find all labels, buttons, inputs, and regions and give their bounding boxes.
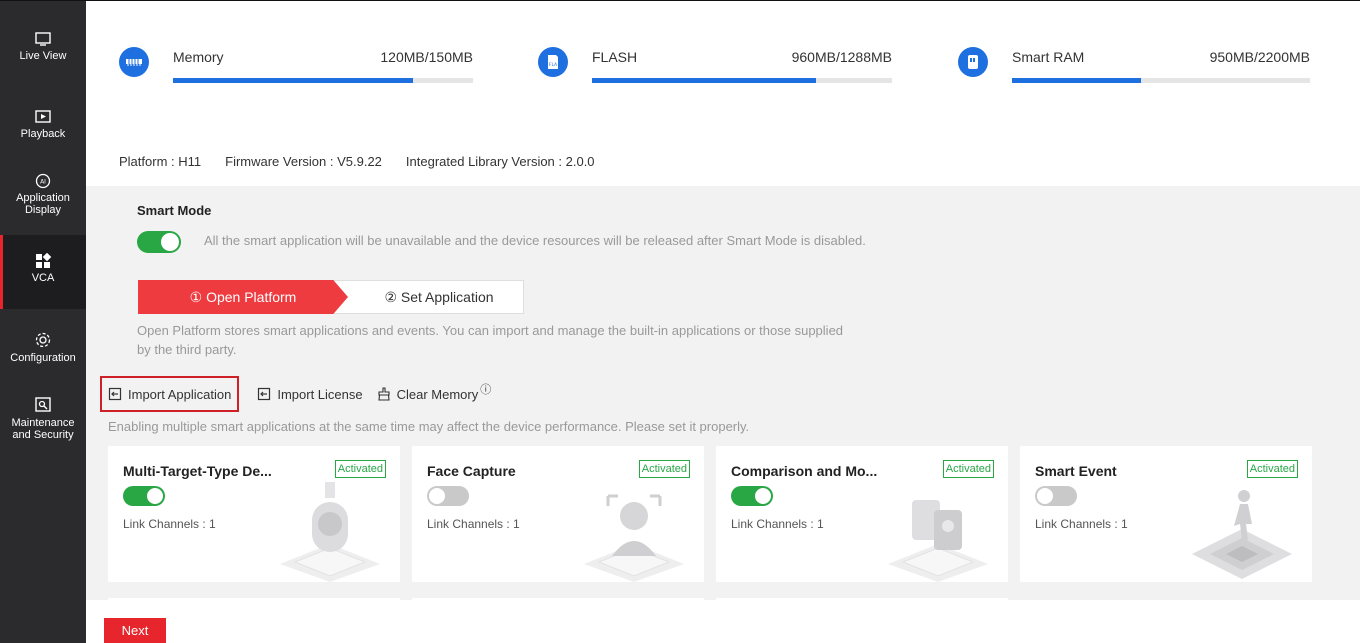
- app-card[interactable]: Smart Event Activated Link Channels : 1: [1020, 446, 1312, 582]
- import-icon: [108, 387, 122, 401]
- sidebar-item-application-display[interactable]: AI Application Display: [0, 173, 86, 216]
- sidebar-item-live-view[interactable]: Live View: [0, 31, 86, 62]
- sidebar-item-label: Maintenance and Security: [11, 417, 75, 441]
- resource-progress-bar: [173, 78, 473, 83]
- playback-icon: [35, 110, 51, 123]
- clear-memory-button[interactable]: Clear Memory ⓘ: [377, 384, 491, 402]
- resource-value: 960MB/1288MB: [791, 49, 892, 65]
- vca-grid-icon: [36, 253, 52, 268]
- resource-value: 120MB/150MB: [380, 49, 473, 65]
- smart-mode-title: Smart Mode: [137, 203, 212, 218]
- link-channels: Link Channels : 1: [731, 517, 824, 531]
- app-card[interactable]: Comparison and Mo... Activated Link Chan…: [716, 446, 1008, 582]
- next-button[interactable]: Next: [104, 618, 166, 643]
- sidebar-item-label: VCA: [31, 272, 55, 284]
- sidebar-item-label: Playback: [20, 128, 66, 140]
- resource-memory: Memory 120MB/150MB: [119, 41, 473, 91]
- resource-value: 950MB/2200MB: [1209, 49, 1310, 65]
- sidebar-item-playback[interactable]: Playback: [0, 109, 86, 140]
- main-content: Smart Mode All the smart application wil…: [86, 186, 1360, 602]
- resource-name: Memory: [173, 49, 224, 65]
- step-open-platform[interactable]: ① Open Platform: [138, 280, 348, 314]
- sidebar-item-label: Configuration: [10, 352, 76, 364]
- link-channels: Link Channels : 1: [427, 517, 520, 531]
- ai-icon: AI: [35, 173, 51, 189]
- import-icon: [258, 387, 271, 401]
- clear-memory-label: Clear Memory: [396, 386, 479, 402]
- app-enable-toggle[interactable]: [731, 486, 773, 506]
- resource-name: FLASH: [592, 49, 638, 65]
- import-license-label: Import License: [277, 386, 363, 402]
- monitor-icon: [35, 32, 51, 46]
- import-license-button[interactable]: Import License: [257, 386, 363, 402]
- multi-target-illustration: [280, 482, 380, 582]
- app-enable-toggle[interactable]: [123, 486, 165, 506]
- info-icon[interactable]: ⓘ: [480, 381, 491, 397]
- step-indicator: ① Open Platform ② Set Application: [138, 280, 524, 314]
- step-set-application[interactable]: ② Set Application: [359, 281, 519, 313]
- sidebar-item-vca[interactable]: VCA: [0, 235, 86, 309]
- action-toolbar: Import Application Import License Clear …: [100, 376, 491, 412]
- memory-chip-icon: [119, 47, 149, 77]
- import-application-button[interactable]: Import Application: [100, 376, 240, 412]
- gear-icon: [35, 332, 51, 348]
- sidebar-item-maintenance[interactable]: Maintenance and Security: [0, 397, 86, 441]
- app-card-title: Smart Event: [1035, 463, 1117, 479]
- app-card[interactable]: Multi-Target-Type De... Activated Link C…: [108, 446, 400, 582]
- smart-event-illustration: [1192, 490, 1292, 579]
- sidebar-item-configuration[interactable]: Configuration: [0, 331, 86, 364]
- smart-ram-icon: [958, 47, 988, 77]
- flash-card-icon: FLA: [538, 47, 568, 77]
- sidebar-item-label: Application Display: [16, 192, 70, 216]
- app-enable-toggle[interactable]: [427, 486, 469, 506]
- sidebar-item-label: Live View: [19, 50, 67, 62]
- resource-smart-ram: Smart RAM 950MB/2200MB: [958, 41, 1310, 91]
- link-channels: Link Channels : 1: [123, 517, 216, 531]
- maintenance-icon: [35, 397, 51, 412]
- smart-mode-description: All the smart application will be unavai…: [204, 233, 866, 248]
- face-capture-illustration: [584, 494, 684, 582]
- app-enable-toggle[interactable]: [1035, 486, 1077, 506]
- comparison-illustration: [888, 500, 988, 582]
- platform-label: Platform : H11: [119, 154, 202, 169]
- resource-name: Smart RAM: [1012, 49, 1085, 65]
- svg-text:AI: AI: [40, 179, 46, 186]
- platform-info: Platform : H11 Firmware Version : V5.9.2…: [119, 154, 619, 169]
- library-version: Integrated Library Version : 2.0.0: [405, 154, 595, 169]
- app-card-title: Multi-Target-Type De...: [123, 463, 272, 479]
- app-card-title: Face Capture: [427, 463, 516, 479]
- svg-text:FLA: FLA: [549, 62, 558, 68]
- broom-icon: [378, 387, 390, 401]
- app-card-title: Comparison and Mo...: [731, 463, 878, 479]
- app-card[interactable]: Face Capture Activated Link Channels : 1: [412, 446, 704, 582]
- firmware-version: Firmware Version : V5.9.22: [225, 154, 382, 169]
- resource-flash: FLA FLASH 960MB/1288MB: [538, 41, 892, 91]
- import-application-label: Import Application: [128, 386, 232, 402]
- resource-progress-bar: [592, 78, 892, 83]
- smart-mode-toggle[interactable]: [137, 231, 181, 253]
- footer-bar: Next: [86, 600, 1360, 643]
- open-platform-description: Open Platform stores smart applications …: [137, 323, 844, 357]
- link-channels: Link Channels : 1: [1035, 517, 1128, 531]
- resource-panel: Memory 120MB/150MB FLA FLASH 960MB/1288M…: [86, 0, 1360, 186]
- resource-progress-bar: [1012, 78, 1310, 83]
- multi-app-warning: Enabling multiple smart applications at …: [108, 419, 750, 434]
- sidebar: Live View Playback AI Application Display…: [0, 0, 86, 643]
